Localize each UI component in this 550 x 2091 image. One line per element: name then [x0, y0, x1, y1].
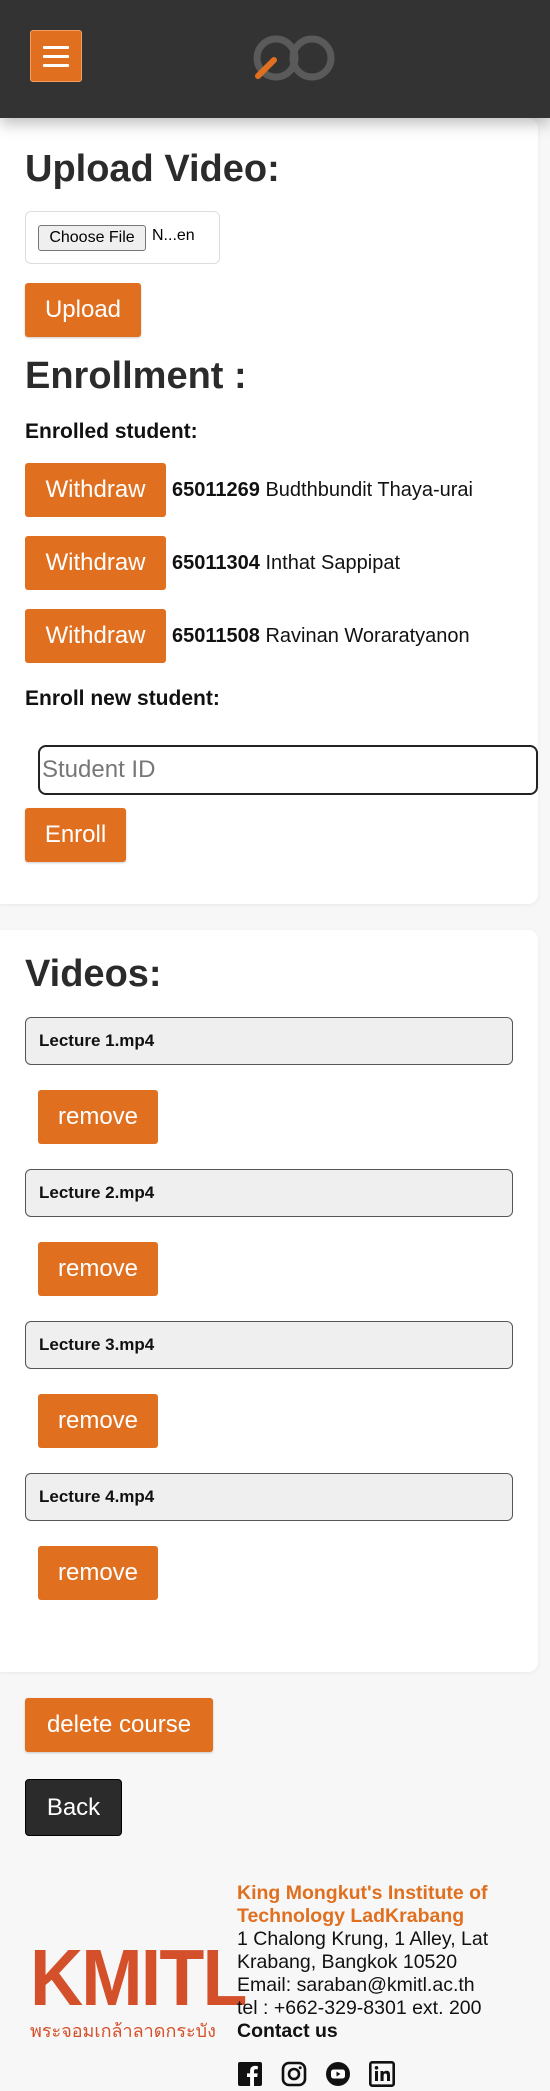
- withdraw-button[interactable]: Withdraw: [25, 536, 166, 590]
- youtube-icon[interactable]: [325, 2061, 351, 2087]
- back-button[interactable]: Back: [25, 1779, 122, 1836]
- student-info: 65011269 Budthbundit Thaya-urai: [172, 479, 473, 502]
- student-info: 65011508 Ravinan Woraratyanon: [172, 625, 470, 648]
- withdraw-button[interactable]: Withdraw: [25, 609, 166, 663]
- video-name-field: Lecture 1.mp4: [25, 1017, 513, 1065]
- student-id-input[interactable]: Student ID: [38, 745, 538, 795]
- university-name[interactable]: King Mongkut's Institute of Technology L…: [237, 1882, 537, 1928]
- kmitl-logo-text: KMITL: [30, 1933, 247, 2022]
- contact-us-heading: Contact us: [237, 2020, 338, 2042]
- student-id: 65011269: [172, 479, 260, 501]
- student-id: 65011508: [172, 625, 260, 647]
- student-name: Ravinan Woraratyanon: [265, 625, 470, 647]
- video-name-field: Lecture 2.mp4: [25, 1169, 513, 1217]
- menu-bar: [43, 45, 69, 49]
- footer-contact-info: King Mongkut's Institute of Technology L…: [237, 1882, 537, 2043]
- remove-video-button[interactable]: remove: [38, 1090, 158, 1144]
- instagram-icon[interactable]: [281, 2061, 307, 2087]
- remove-video-button[interactable]: remove: [38, 1242, 158, 1296]
- top-navbar: [0, 0, 550, 118]
- hamburger-menu-button[interactable]: [30, 30, 82, 82]
- menu-bar: [43, 63, 69, 67]
- linkedin-icon[interactable]: [369, 2061, 395, 2087]
- enroll-button[interactable]: Enroll: [25, 808, 126, 862]
- videos-heading: Videos:: [25, 953, 162, 995]
- video-name-field: Lecture 3.mp4: [25, 1321, 513, 1369]
- infinity-logo-icon[interactable]: [250, 32, 338, 89]
- email-text: Email: saraban@kmitl.ac.th: [237, 1974, 475, 1996]
- video-name-field: Lecture 4.mp4: [25, 1473, 513, 1521]
- student-name: Inthat Sappipat: [265, 552, 401, 574]
- remove-video-button[interactable]: remove: [38, 1546, 158, 1600]
- kmitl-logo: KMITL พระจอมเกล้าลาดกระบัง: [30, 1938, 264, 2045]
- enrolled-student-row: Withdraw 65011304 Inthat Sappipat: [25, 536, 525, 590]
- enroll-new-student-label: Enroll new student:: [25, 687, 220, 710]
- delete-course-button[interactable]: delete course: [25, 1698, 213, 1752]
- student-info: 65011304 Inthat Sappipat: [172, 552, 400, 575]
- tel-text: tel : +662-329-8301 ext. 200: [237, 1997, 482, 2019]
- enrolled-student-row: Withdraw 65011508 Ravinan Woraratyanon: [25, 609, 525, 663]
- withdraw-button[interactable]: Withdraw: [25, 463, 166, 517]
- enrolled-students-label: Enrolled student:: [25, 420, 198, 443]
- student-id: 65011304: [172, 552, 260, 574]
- upload-heading: Upload Video:: [25, 148, 280, 190]
- address-text: 1 Chalong Krung, 1 Alley, Lat Krabang, B…: [237, 1928, 489, 1973]
- remove-video-button[interactable]: remove: [38, 1394, 158, 1448]
- student-name: Budthbundit Thaya-urai: [265, 479, 474, 501]
- selected-file-name: N...en: [152, 227, 195, 244]
- social-links: [237, 2061, 395, 2087]
- enrollment-heading: Enrollment :: [25, 355, 247, 397]
- upload-button[interactable]: Upload: [25, 283, 141, 337]
- enrolled-student-row: Withdraw 65011269 Budthbundit Thaya-urai: [25, 463, 525, 517]
- file-picker: Choose File N...en: [25, 211, 220, 264]
- facebook-icon[interactable]: [237, 2061, 263, 2087]
- choose-file-button[interactable]: Choose File: [38, 225, 146, 251]
- menu-bar: [43, 54, 69, 58]
